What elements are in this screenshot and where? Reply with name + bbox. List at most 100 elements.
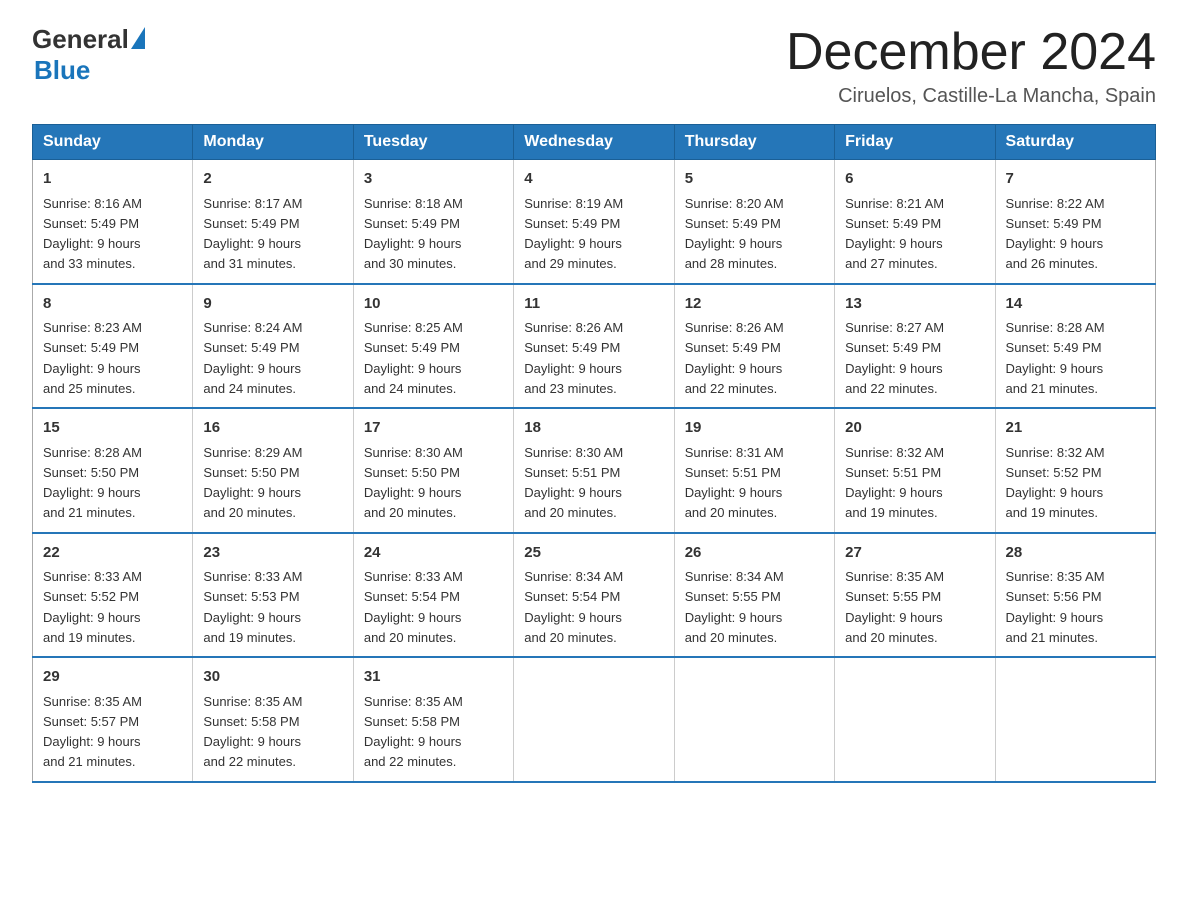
calendar-week-row: 1 Sunrise: 8:16 AMSunset: 5:49 PMDayligh… xyxy=(33,160,1156,284)
day-info: Sunrise: 8:33 AMSunset: 5:54 PMDaylight:… xyxy=(364,569,463,645)
calendar-cell: 25 Sunrise: 8:34 AMSunset: 5:54 PMDaylig… xyxy=(514,533,674,658)
page-header: General Blue December 2024 Ciruelos, Cas… xyxy=(32,24,1156,108)
calendar-cell: 16 Sunrise: 8:29 AMSunset: 5:50 PMDaylig… xyxy=(193,408,353,533)
col-header-wednesday: Wednesday xyxy=(514,125,674,160)
calendar-week-row: 15 Sunrise: 8:28 AMSunset: 5:50 PMDaylig… xyxy=(33,408,1156,533)
day-info: Sunrise: 8:35 AMSunset: 5:58 PMDaylight:… xyxy=(203,694,302,770)
day-number: 3 xyxy=(364,168,503,191)
day-info: Sunrise: 8:34 AMSunset: 5:54 PMDaylight:… xyxy=(524,569,623,645)
calendar-cell: 21 Sunrise: 8:32 AMSunset: 5:52 PMDaylig… xyxy=(995,408,1155,533)
day-info: Sunrise: 8:16 AMSunset: 5:49 PMDaylight:… xyxy=(43,196,142,272)
calendar-header-row: SundayMondayTuesdayWednesdayThursdayFrid… xyxy=(33,125,1156,160)
day-number: 9 xyxy=(203,293,342,316)
calendar-cell: 15 Sunrise: 8:28 AMSunset: 5:50 PMDaylig… xyxy=(33,408,193,533)
day-info: Sunrise: 8:24 AMSunset: 5:49 PMDaylight:… xyxy=(203,320,302,396)
day-number: 31 xyxy=(364,666,503,689)
calendar-cell: 4 Sunrise: 8:19 AMSunset: 5:49 PMDayligh… xyxy=(514,160,674,284)
day-info: Sunrise: 8:29 AMSunset: 5:50 PMDaylight:… xyxy=(203,445,302,521)
day-info: Sunrise: 8:18 AMSunset: 5:49 PMDaylight:… xyxy=(364,196,463,272)
day-number: 29 xyxy=(43,666,182,689)
day-info: Sunrise: 8:35 AMSunset: 5:58 PMDaylight:… xyxy=(364,694,463,770)
calendar-cell: 12 Sunrise: 8:26 AMSunset: 5:49 PMDaylig… xyxy=(674,284,834,409)
calendar-cell xyxy=(995,657,1155,782)
day-number: 11 xyxy=(524,293,663,316)
title-block: December 2024 Ciruelos, Castille-La Manc… xyxy=(786,24,1156,108)
day-number: 16 xyxy=(203,417,342,440)
calendar-cell: 1 Sunrise: 8:16 AMSunset: 5:49 PMDayligh… xyxy=(33,160,193,284)
day-number: 6 xyxy=(845,168,984,191)
calendar-cell: 10 Sunrise: 8:25 AMSunset: 5:49 PMDaylig… xyxy=(353,284,513,409)
calendar-cell: 13 Sunrise: 8:27 AMSunset: 5:49 PMDaylig… xyxy=(835,284,995,409)
day-info: Sunrise: 8:30 AMSunset: 5:51 PMDaylight:… xyxy=(524,445,623,521)
calendar-cell: 14 Sunrise: 8:28 AMSunset: 5:49 PMDaylig… xyxy=(995,284,1155,409)
calendar-cell: 11 Sunrise: 8:26 AMSunset: 5:49 PMDaylig… xyxy=(514,284,674,409)
calendar-table: SundayMondayTuesdayWednesdayThursdayFrid… xyxy=(32,124,1156,783)
day-number: 1 xyxy=(43,168,182,191)
day-info: Sunrise: 8:32 AMSunset: 5:51 PMDaylight:… xyxy=(845,445,944,521)
day-number: 18 xyxy=(524,417,663,440)
calendar-cell: 28 Sunrise: 8:35 AMSunset: 5:56 PMDaylig… xyxy=(995,533,1155,658)
day-info: Sunrise: 8:33 AMSunset: 5:53 PMDaylight:… xyxy=(203,569,302,645)
day-info: Sunrise: 8:25 AMSunset: 5:49 PMDaylight:… xyxy=(364,320,463,396)
logo: General Blue xyxy=(32,24,145,86)
calendar-cell: 7 Sunrise: 8:22 AMSunset: 5:49 PMDayligh… xyxy=(995,160,1155,284)
day-number: 7 xyxy=(1006,168,1145,191)
calendar-cell: 2 Sunrise: 8:17 AMSunset: 5:49 PMDayligh… xyxy=(193,160,353,284)
day-number: 26 xyxy=(685,542,824,565)
day-number: 5 xyxy=(685,168,824,191)
calendar-cell: 18 Sunrise: 8:30 AMSunset: 5:51 PMDaylig… xyxy=(514,408,674,533)
day-number: 14 xyxy=(1006,293,1145,316)
day-number: 17 xyxy=(364,417,503,440)
calendar-cell: 30 Sunrise: 8:35 AMSunset: 5:58 PMDaylig… xyxy=(193,657,353,782)
logo-general-text: General xyxy=(32,24,129,55)
calendar-cell: 8 Sunrise: 8:23 AMSunset: 5:49 PMDayligh… xyxy=(33,284,193,409)
day-number: 8 xyxy=(43,293,182,316)
col-header-monday: Monday xyxy=(193,125,353,160)
day-number: 23 xyxy=(203,542,342,565)
day-info: Sunrise: 8:21 AMSunset: 5:49 PMDaylight:… xyxy=(845,196,944,272)
day-info: Sunrise: 8:26 AMSunset: 5:49 PMDaylight:… xyxy=(685,320,784,396)
day-info: Sunrise: 8:17 AMSunset: 5:49 PMDaylight:… xyxy=(203,196,302,272)
calendar-cell: 31 Sunrise: 8:35 AMSunset: 5:58 PMDaylig… xyxy=(353,657,513,782)
col-header-tuesday: Tuesday xyxy=(353,125,513,160)
calendar-cell: 3 Sunrise: 8:18 AMSunset: 5:49 PMDayligh… xyxy=(353,160,513,284)
logo-triangle-icon xyxy=(131,27,145,49)
day-number: 30 xyxy=(203,666,342,689)
calendar-cell: 6 Sunrise: 8:21 AMSunset: 5:49 PMDayligh… xyxy=(835,160,995,284)
month-title: December 2024 xyxy=(786,24,1156,81)
calendar-cell: 26 Sunrise: 8:34 AMSunset: 5:55 PMDaylig… xyxy=(674,533,834,658)
day-number: 2 xyxy=(203,168,342,191)
day-info: Sunrise: 8:33 AMSunset: 5:52 PMDaylight:… xyxy=(43,569,142,645)
logo-blue-text: Blue xyxy=(34,55,145,86)
calendar-cell: 17 Sunrise: 8:30 AMSunset: 5:50 PMDaylig… xyxy=(353,408,513,533)
calendar-cell xyxy=(514,657,674,782)
day-number: 22 xyxy=(43,542,182,565)
day-info: Sunrise: 8:20 AMSunset: 5:49 PMDaylight:… xyxy=(685,196,784,272)
calendar-cell xyxy=(835,657,995,782)
day-number: 25 xyxy=(524,542,663,565)
day-number: 24 xyxy=(364,542,503,565)
day-number: 28 xyxy=(1006,542,1145,565)
calendar-cell: 23 Sunrise: 8:33 AMSunset: 5:53 PMDaylig… xyxy=(193,533,353,658)
calendar-cell: 19 Sunrise: 8:31 AMSunset: 5:51 PMDaylig… xyxy=(674,408,834,533)
calendar-cell: 22 Sunrise: 8:33 AMSunset: 5:52 PMDaylig… xyxy=(33,533,193,658)
day-info: Sunrise: 8:26 AMSunset: 5:49 PMDaylight:… xyxy=(524,320,623,396)
day-info: Sunrise: 8:28 AMSunset: 5:50 PMDaylight:… xyxy=(43,445,142,521)
calendar-cell: 29 Sunrise: 8:35 AMSunset: 5:57 PMDaylig… xyxy=(33,657,193,782)
day-number: 20 xyxy=(845,417,984,440)
day-info: Sunrise: 8:27 AMSunset: 5:49 PMDaylight:… xyxy=(845,320,944,396)
day-info: Sunrise: 8:35 AMSunset: 5:57 PMDaylight:… xyxy=(43,694,142,770)
calendar-cell: 20 Sunrise: 8:32 AMSunset: 5:51 PMDaylig… xyxy=(835,408,995,533)
day-info: Sunrise: 8:35 AMSunset: 5:55 PMDaylight:… xyxy=(845,569,944,645)
col-header-sunday: Sunday xyxy=(33,125,193,160)
col-header-thursday: Thursday xyxy=(674,125,834,160)
day-number: 15 xyxy=(43,417,182,440)
day-info: Sunrise: 8:31 AMSunset: 5:51 PMDaylight:… xyxy=(685,445,784,521)
day-number: 27 xyxy=(845,542,984,565)
col-header-saturday: Saturday xyxy=(995,125,1155,160)
day-info: Sunrise: 8:35 AMSunset: 5:56 PMDaylight:… xyxy=(1006,569,1105,645)
day-number: 21 xyxy=(1006,417,1145,440)
day-info: Sunrise: 8:34 AMSunset: 5:55 PMDaylight:… xyxy=(685,569,784,645)
day-number: 13 xyxy=(845,293,984,316)
day-number: 10 xyxy=(364,293,503,316)
